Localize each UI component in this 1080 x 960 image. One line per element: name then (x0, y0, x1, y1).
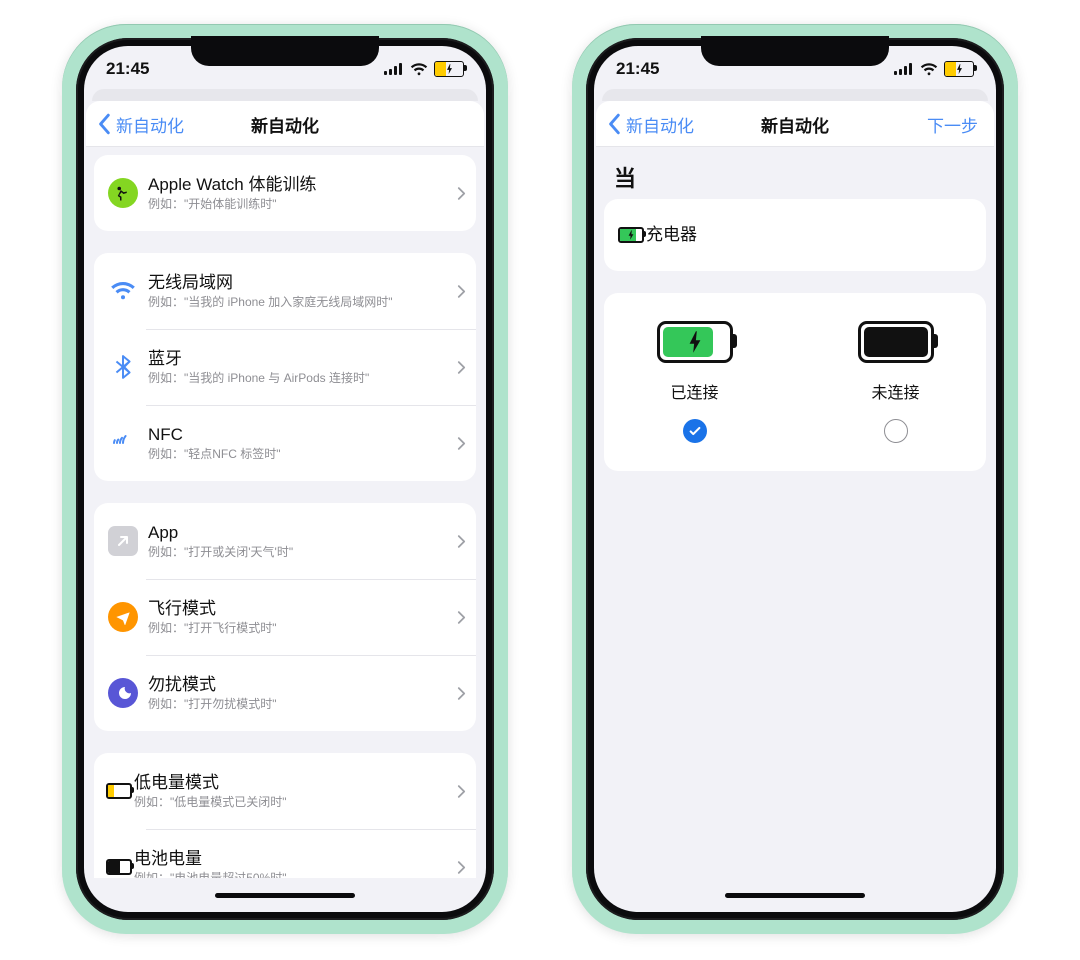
low-power-icon (104, 776, 134, 806)
option-connected[interactable]: 已连接 (614, 321, 775, 443)
chevron-right-icon (457, 686, 466, 701)
home-indicator[interactable] (84, 878, 486, 912)
back-button[interactable]: 新自动化 (96, 112, 251, 137)
triggers-list[interactable]: Apple Watch 体能训练 例如："开始体能训练时" 无线局域网 (84, 147, 486, 878)
charger-icon (616, 220, 646, 250)
back-button[interactable]: 新自动化 (606, 112, 761, 137)
modal-back-card (602, 89, 988, 101)
option-label: 未连接 (871, 379, 919, 403)
row-sub: 例如："当我的 iPhone 加入家庭无线局域网时" (148, 294, 453, 310)
battery-charging-icon (657, 321, 733, 363)
radio-unchecked-icon[interactable] (884, 419, 908, 443)
status-icons (384, 61, 464, 77)
wifi-icon (108, 276, 138, 306)
workout-icon (108, 178, 138, 208)
wifi-icon (920, 63, 938, 76)
chevron-right-icon (457, 860, 466, 875)
radio-checked-icon[interactable] (683, 419, 707, 443)
modal-back-card (92, 89, 478, 101)
selected-trigger-label: 充电器 (646, 224, 697, 245)
page-title: 新自动化 (251, 112, 319, 137)
row-bluetooth[interactable]: 蓝牙 例如："当我的 iPhone 与 AirPods 连接时" (94, 329, 476, 405)
stage: 21:45 新自动化 (0, 0, 1080, 958)
bluetooth-icon (108, 352, 138, 382)
row-title: 低电量模式 (134, 772, 453, 793)
row-sub: 例如："电池电量超过50%时" (134, 870, 453, 878)
next-button[interactable]: 下一步 (927, 112, 984, 137)
back-label: 新自动化 (116, 112, 184, 137)
nfc-icon (108, 428, 138, 458)
row-title: 蓝牙 (148, 348, 453, 369)
row-sub: 例如："打开飞行模式时" (148, 620, 453, 636)
notch (701, 36, 889, 66)
option-label: 已连接 (670, 379, 718, 403)
screen-right: 21:45 新自动化 (594, 46, 996, 912)
screen-left: 21:45 新自动化 (84, 46, 486, 912)
group: Apple Watch 体能训练 例如："开始体能训练时" (94, 155, 476, 231)
chevron-right-icon (457, 284, 466, 299)
row-nfc[interactable]: NFC 例如："轻点NFC 标签时" (94, 405, 476, 481)
page-title: 新自动化 (761, 112, 829, 137)
options-group: 已连接 未连接 (604, 293, 986, 471)
phone-right: 21:45 新自动化 (572, 24, 1018, 934)
row-sub: 例如："轻点NFC 标签时" (148, 446, 453, 462)
nav-bar: 新自动化 新自动化 下一步 (596, 101, 994, 147)
wifi-icon (410, 63, 428, 76)
chevron-right-icon (457, 784, 466, 799)
group: 无线局域网 例如："当我的 iPhone 加入家庭无线局域网时" 蓝牙 例如："… (94, 253, 476, 481)
battery-full-icon (858, 321, 934, 363)
option-disconnected[interactable]: 未连接 (815, 321, 976, 443)
row-title: Apple Watch 体能训练 (148, 174, 453, 195)
cellular-icon (894, 63, 914, 75)
row-title: 电池电量 (134, 848, 453, 869)
battery-status-icon (434, 61, 464, 77)
row-sub: 例如："开始体能训练时" (148, 196, 453, 212)
row-sub: 例如："低电量模式已关闭时" (134, 794, 453, 810)
row-dnd[interactable]: 勿扰模式 例如："打开勿扰模式时" (94, 655, 476, 731)
row-title: 飞行模式 (148, 598, 453, 619)
group: App 例如："打开或关闭'天气'时" 飞行模式 例如："打开飞行模式时" (94, 503, 476, 731)
status-time: 21:45 (616, 59, 659, 79)
chevron-left-icon (606, 113, 624, 135)
row-apple-watch-workout[interactable]: Apple Watch 体能训练 例如："开始体能训练时" (94, 155, 476, 231)
home-indicator[interactable] (594, 878, 996, 912)
chevron-left-icon (96, 113, 114, 135)
nav-bar: 新自动化 新自动化 (86, 101, 484, 147)
chevron-right-icon (457, 360, 466, 375)
row-low-power[interactable]: 低电量模式 例如："低电量模式已关闭时" (94, 753, 476, 829)
group: 充电器 (604, 199, 986, 271)
section-header: 当 (604, 155, 986, 199)
charger-config: 当 充电器 (594, 147, 996, 878)
row-title: 勿扰模式 (148, 674, 453, 695)
row-app[interactable]: App 例如："打开或关闭'天气'时" (94, 503, 476, 579)
notch (191, 36, 379, 66)
row-wifi[interactable]: 无线局域网 例如："当我的 iPhone 加入家庭无线局域网时" (94, 253, 476, 329)
group: 低电量模式 例如："低电量模式已关闭时" 电池电量 例如："电池电量超过50%时… (94, 753, 476, 878)
chevron-right-icon (457, 534, 466, 549)
status-icons (894, 61, 974, 77)
row-battery-level[interactable]: 电池电量 例如："电池电量超过50%时" (94, 829, 476, 878)
app-icon (108, 526, 138, 556)
row-sub: 例如："打开勿扰模式时" (148, 696, 453, 712)
back-label: 新自动化 (626, 112, 694, 137)
chevron-right-icon (457, 610, 466, 625)
row-title: NFC (148, 424, 453, 445)
chevron-right-icon (457, 436, 466, 451)
chevron-right-icon (457, 186, 466, 201)
phone-left: 21:45 新自动化 (62, 24, 508, 934)
row-sub: 例如："打开或关闭'天气'时" (148, 544, 453, 560)
selected-trigger-row: 充电器 (604, 199, 986, 271)
row-airplane[interactable]: 飞行模式 例如："打开飞行模式时" (94, 579, 476, 655)
row-title: 无线局域网 (148, 272, 453, 293)
cellular-icon (384, 63, 404, 75)
airplane-icon (108, 602, 138, 632)
status-time: 21:45 (106, 59, 149, 79)
dnd-icon (108, 678, 138, 708)
battery-level-icon (104, 852, 134, 878)
row-sub: 例如："当我的 iPhone 与 AirPods 连接时" (148, 370, 453, 386)
row-title: App (148, 522, 453, 543)
battery-status-icon (944, 61, 974, 77)
